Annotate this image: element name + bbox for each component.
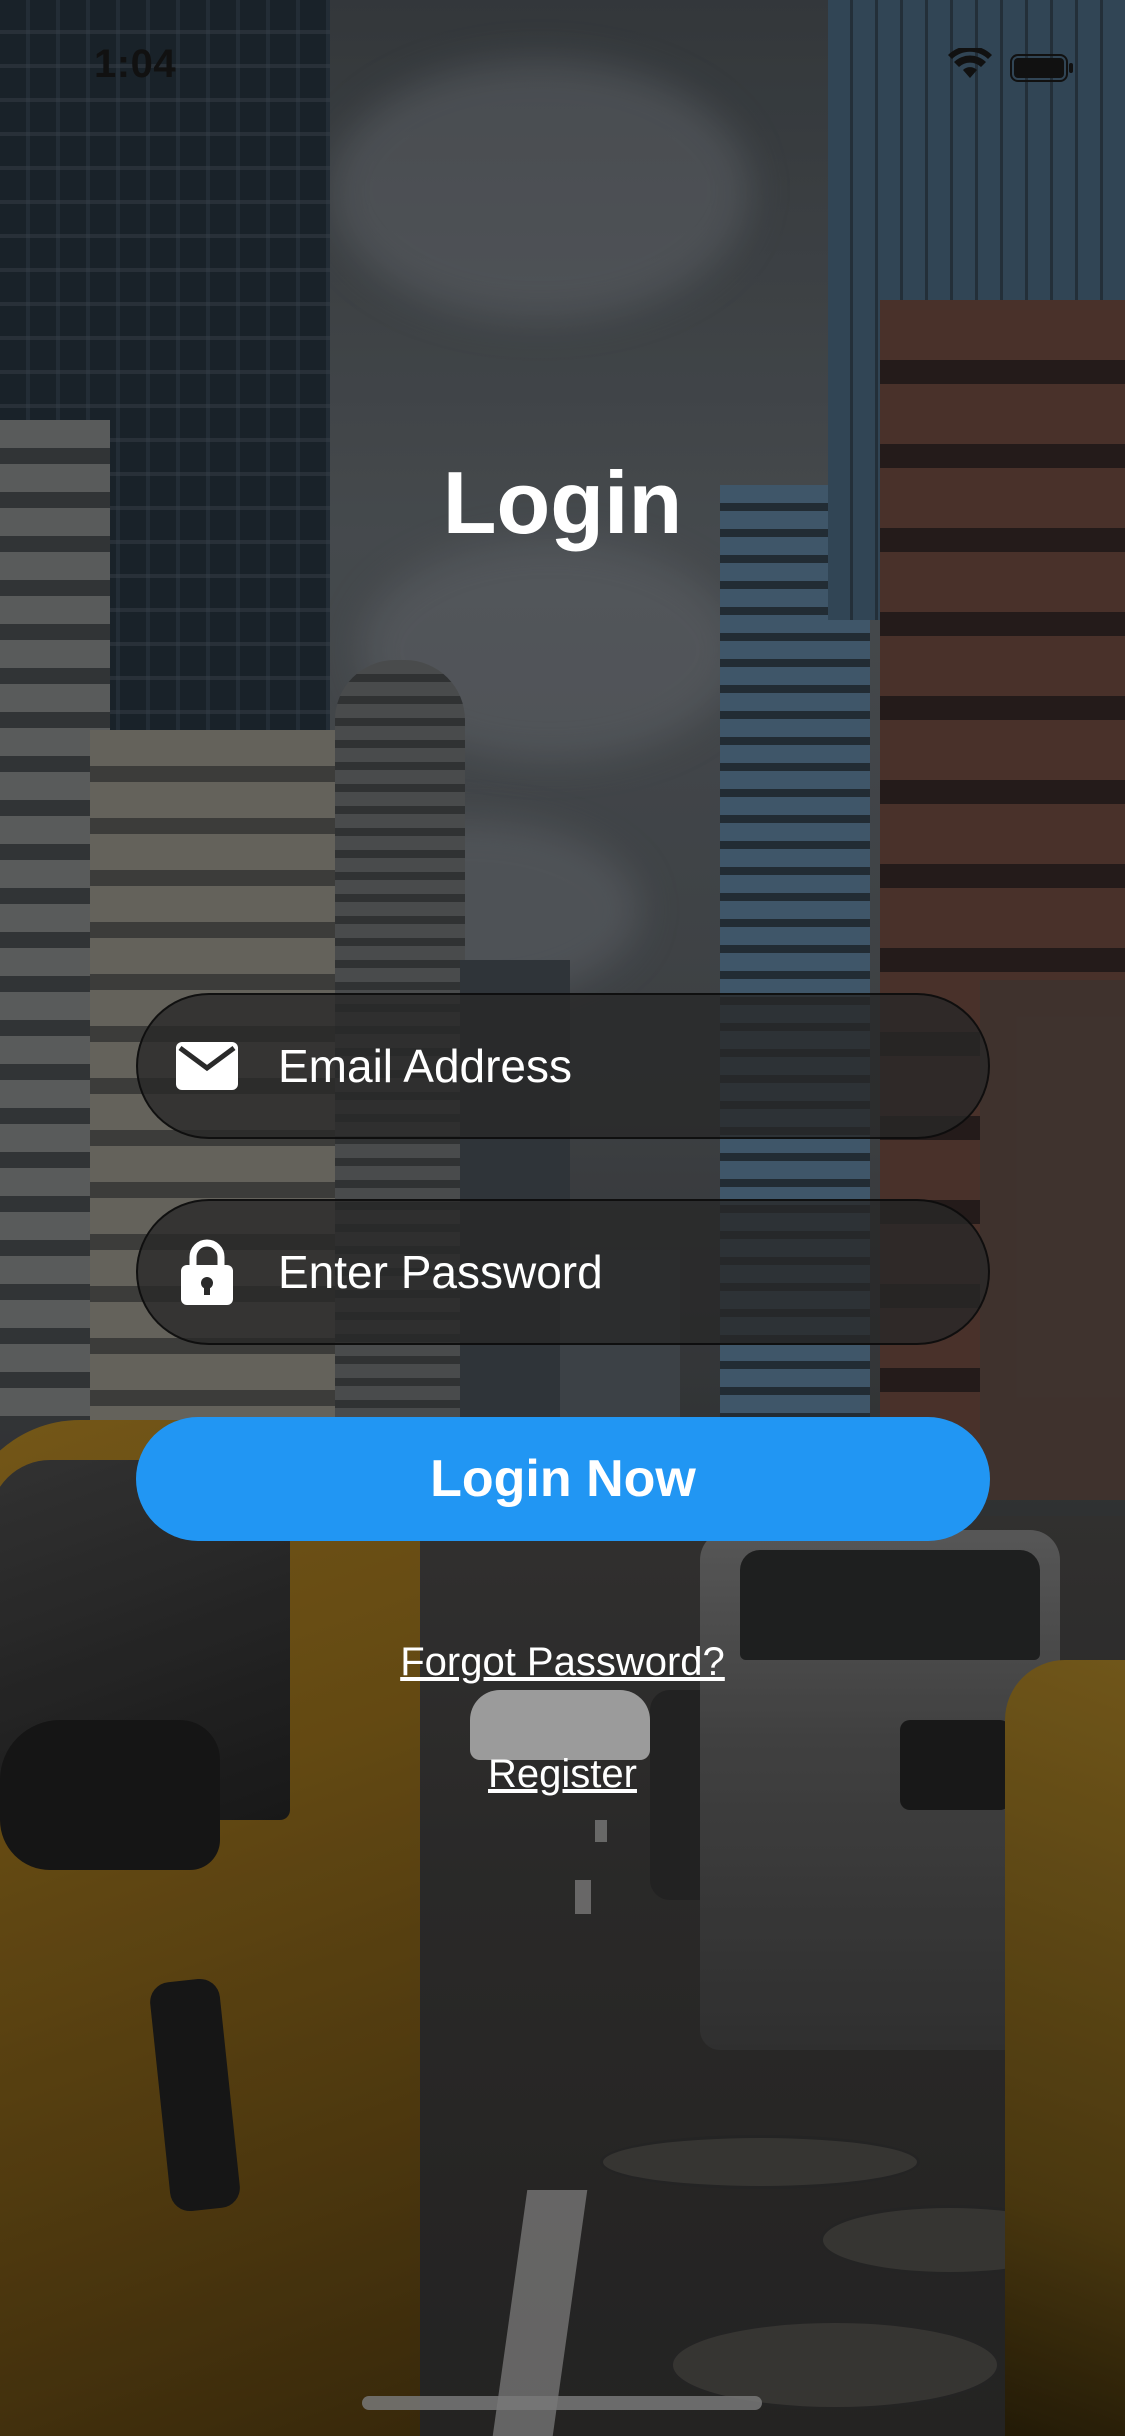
- email-input[interactable]: [278, 1039, 918, 1093]
- login-now-button[interactable]: Login Now: [136, 1417, 990, 1541]
- login-screen: 1:04 Login Email Address Login Now Forgo…: [0, 0, 1125, 2436]
- status-bar: 1:04: [0, 0, 1125, 132]
- register-container: Register: [0, 1752, 1125, 1797]
- register-link[interactable]: Register: [488, 1752, 637, 1796]
- password-input[interactable]: [278, 1245, 918, 1299]
- status-time: 1:04: [94, 42, 177, 86]
- page-title: Login: [442, 453, 683, 552]
- battery-icon: [1010, 54, 1073, 82]
- email-field[interactable]: [136, 993, 990, 1139]
- home-indicator: [362, 2396, 762, 2410]
- envelope-icon: [172, 1031, 242, 1101]
- lock-icon: [172, 1237, 242, 1307]
- forgot-password-container: Forgot Password?: [0, 1640, 1125, 1685]
- wifi-icon: [948, 48, 992, 78]
- forgot-password-link[interactable]: Forgot Password?: [400, 1640, 725, 1684]
- password-field[interactable]: [136, 1199, 990, 1345]
